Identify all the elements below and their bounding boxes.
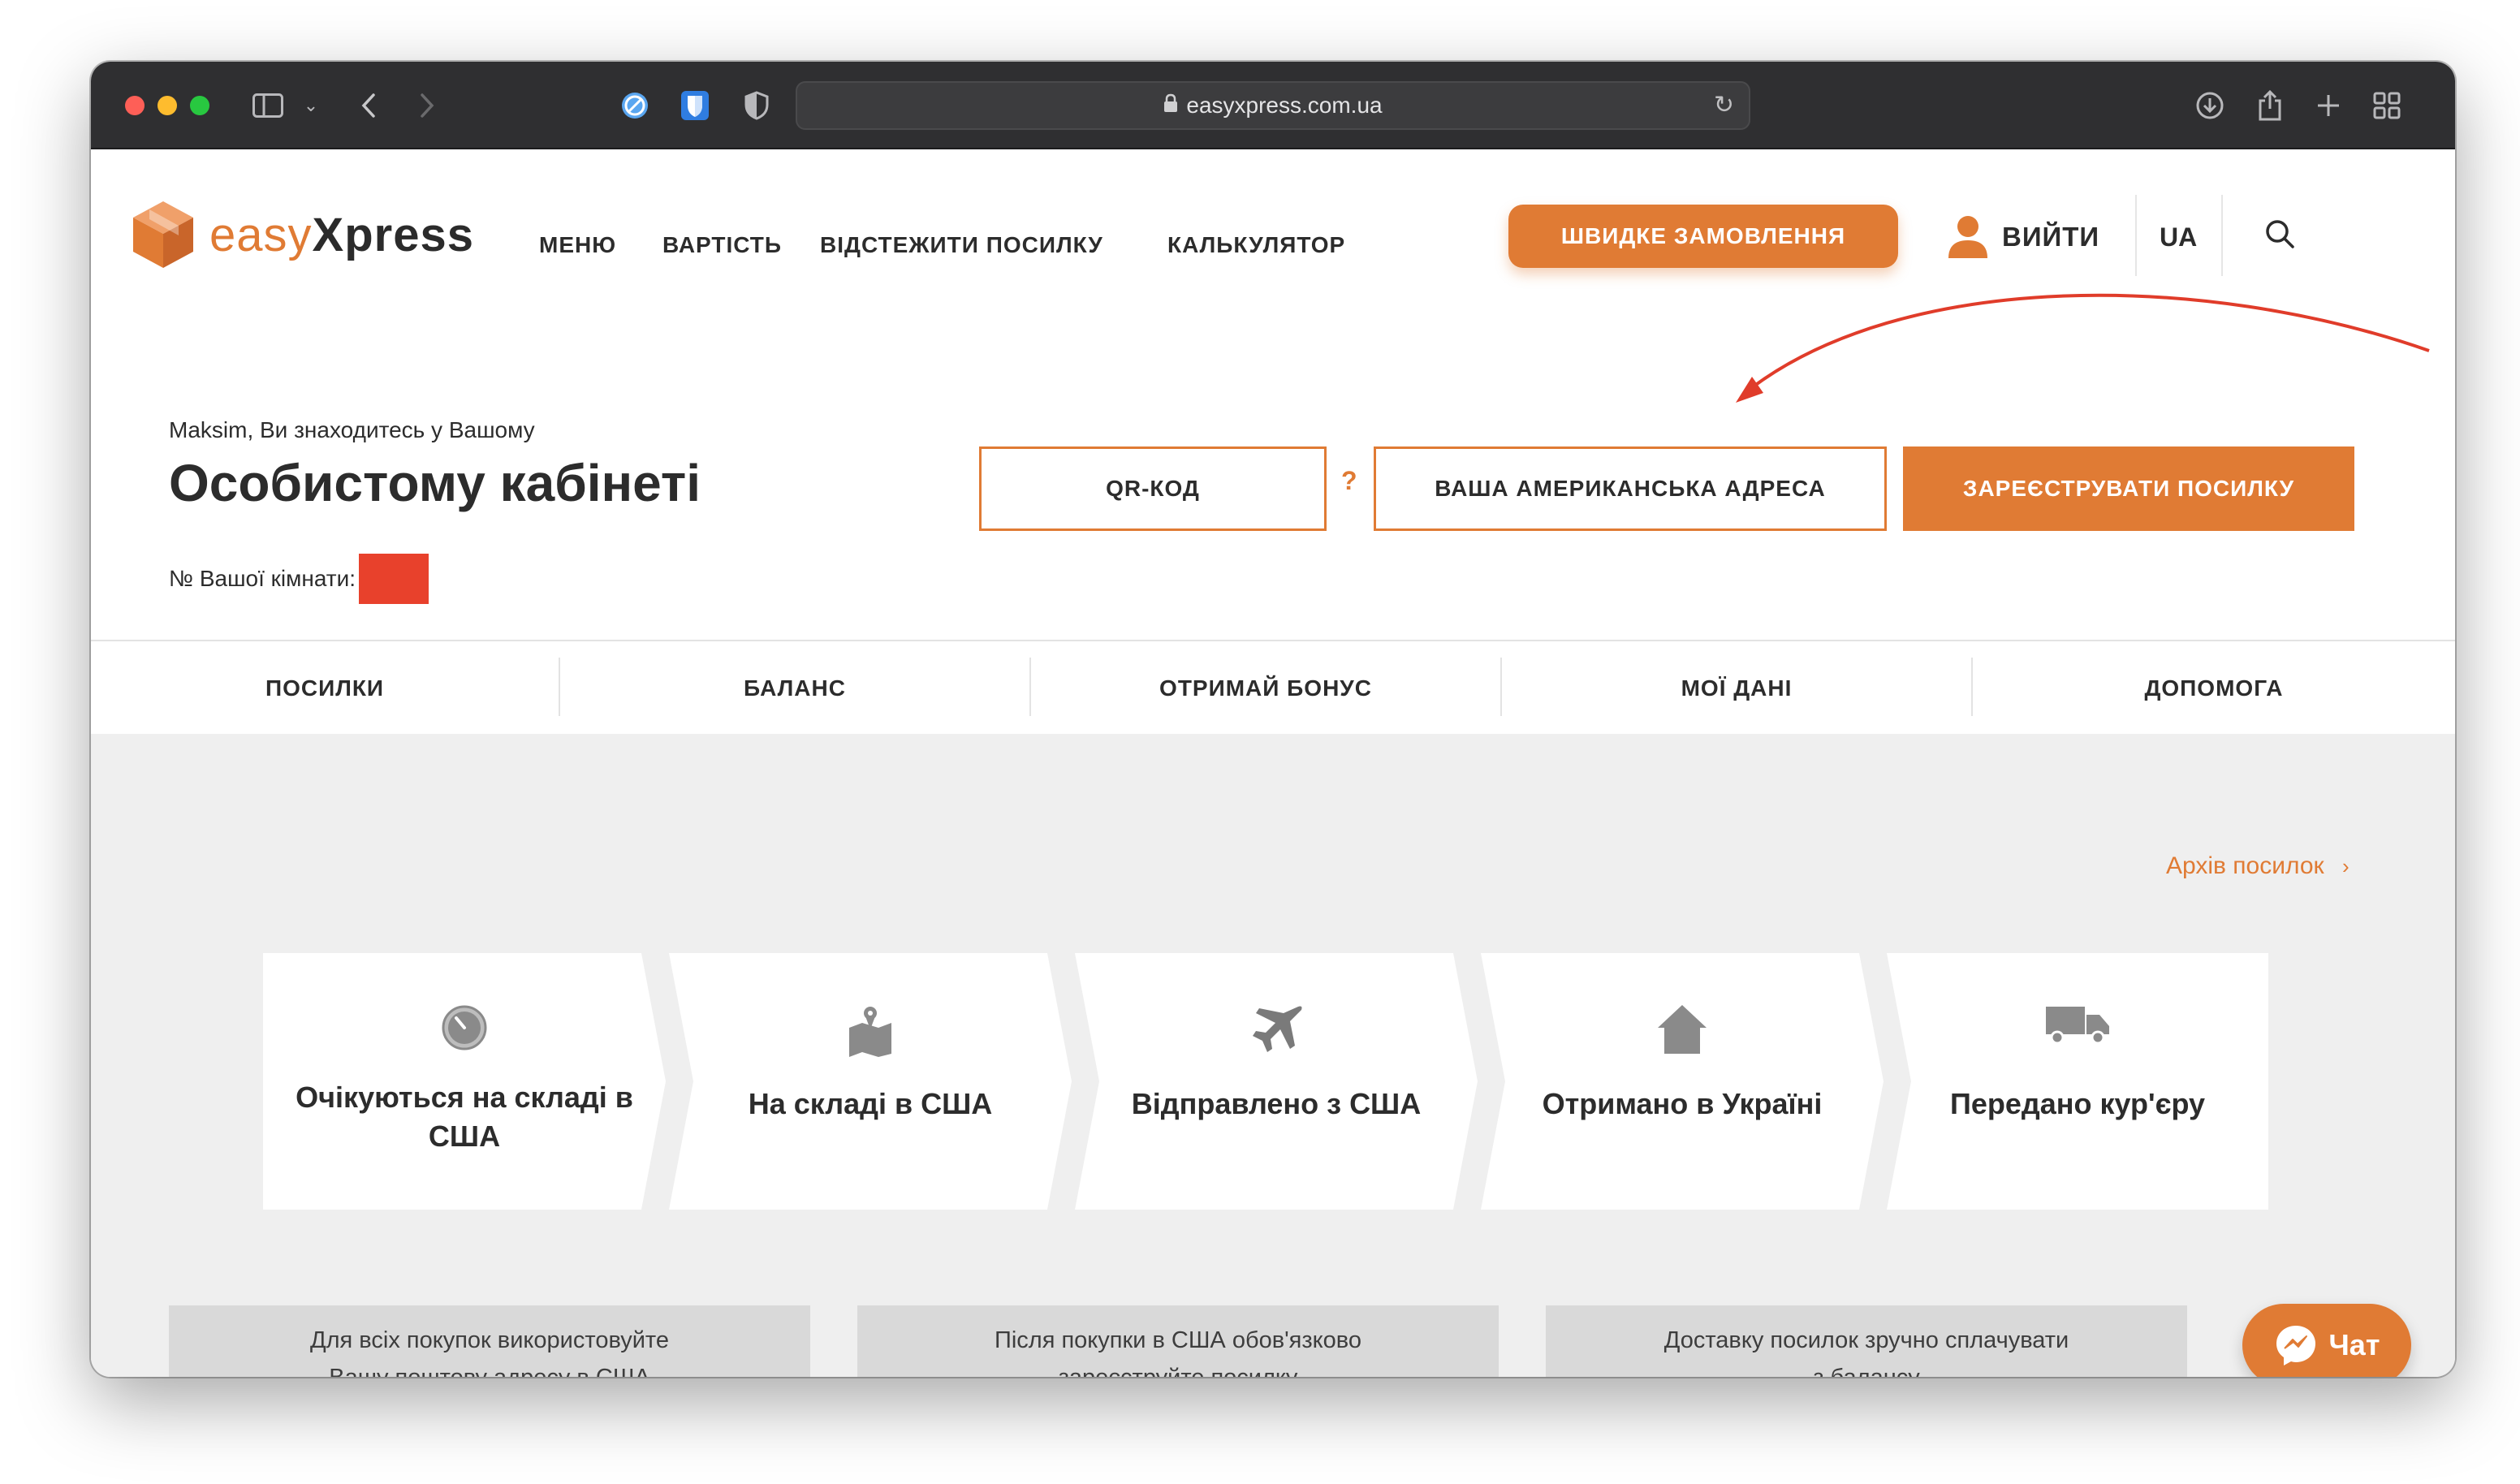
user-icon bbox=[1948, 216, 1987, 258]
header-divider bbox=[2221, 195, 2223, 276]
status-label: Отримано в Україні bbox=[1542, 1087, 1823, 1120]
info-line: з балансу bbox=[1546, 1359, 2187, 1377]
nav-calculator[interactable]: КАЛЬКУЛЯТОР bbox=[1167, 232, 1345, 258]
status-received-ukraine[interactable]: Отримано в Україні bbox=[1481, 953, 1884, 1210]
us-address-button[interactable]: ВАША АМЕРИКАНСЬКА АДРЕСА bbox=[1374, 446, 1887, 531]
register-parcel-button[interactable]: ЗАРЕЄСТРУВАТИ ПОСИЛКУ bbox=[1903, 446, 2354, 531]
header-divider bbox=[2135, 195, 2137, 276]
nav-pricing[interactable]: ВАРТІСТЬ bbox=[662, 232, 782, 258]
address-bar[interactable]: easyxpress.com.ua ↻ bbox=[796, 81, 1750, 130]
web-page: easyXpress МЕНЮ ВАРТІСТЬ ВІДСТЕЖИТИ ПОСИ… bbox=[91, 149, 2455, 1377]
archive-link[interactable]: Архів посилок › bbox=[2166, 852, 2350, 880]
status-label: Очікуються на складі в США bbox=[296, 1081, 633, 1153]
tab-overview-icon[interactable] bbox=[2369, 86, 2405, 125]
status-label: Відправлено з США bbox=[1131, 1087, 1422, 1120]
status-label: На складі в США bbox=[748, 1087, 993, 1120]
logout-label: ВИЙТИ bbox=[2002, 222, 2100, 252]
chevron-right-icon: › bbox=[2341, 854, 2350, 878]
logout-button[interactable]: ВИЙТИ bbox=[1947, 214, 2099, 260]
chat-label: Чат bbox=[2328, 1328, 2380, 1361]
cabinet-tabs: ПОСИЛКИ БАЛАНС ОТРИМАЙ БОНУС МОЇ ДАНІ ДО… bbox=[91, 640, 2455, 734]
page-title: Особистому кабінеті bbox=[169, 454, 701, 512]
zoom-window-button[interactable] bbox=[190, 96, 209, 115]
info-line: Після покупки в США обов'язково bbox=[994, 1327, 1361, 1353]
bitwarden-shield-icon[interactable] bbox=[677, 86, 713, 125]
status-label: Передано кур'єру bbox=[1949, 1087, 2206, 1120]
greeting-subtitle: Maksim, Ви знаходитесь у Вашому bbox=[169, 417, 535, 442]
search-icon[interactable] bbox=[2263, 218, 2296, 254]
lock-icon bbox=[1163, 93, 1178, 118]
logo-xpress-text: Xpress bbox=[312, 208, 474, 261]
close-window-button[interactable] bbox=[125, 96, 145, 115]
info-card: Для всіх покупок використовуйте Вашу пош… bbox=[169, 1305, 810, 1377]
tab-help[interactable]: ДОПОМОГА bbox=[1973, 641, 2455, 736]
room-number-row: № Вашої кімнати: bbox=[169, 554, 429, 604]
info-card: Після покупки в США обов'язково зареєстр… bbox=[857, 1305, 1499, 1377]
room-label: № Вашої кімнати: bbox=[169, 566, 356, 591]
clock-icon bbox=[440, 1003, 489, 1056]
status-courier[interactable]: Передано кур'єру bbox=[1887, 953, 2268, 1210]
browser-toolbar: ⌄ easyxpress.com.ua ↻ bbox=[91, 62, 2455, 149]
info-line: зареєструйте посилку bbox=[857, 1359, 1499, 1377]
info-card: Доставку посилок зручно сплачувати з бал… bbox=[1546, 1305, 2187, 1377]
logo-easy-text: easy bbox=[209, 208, 313, 261]
tab-bonus[interactable]: ОТРИМАЙ БОНУС bbox=[1031, 641, 1500, 736]
minimize-window-button[interactable] bbox=[158, 96, 177, 115]
share-icon[interactable] bbox=[2252, 86, 2288, 125]
back-icon[interactable] bbox=[352, 86, 385, 125]
help-question-mark[interactable]: ? bbox=[1341, 466, 1357, 496]
house-icon bbox=[1656, 1003, 1708, 1059]
status-in-us-warehouse[interactable]: На складі в США bbox=[669, 953, 1072, 1210]
tab-parcels[interactable]: ПОСИЛКИ bbox=[91, 641, 559, 736]
map-pin-icon bbox=[846, 1003, 895, 1061]
box-logo-icon bbox=[133, 201, 193, 268]
truck-icon bbox=[2044, 1003, 2111, 1048]
info-line: Для всіх покупок використовуйте bbox=[309, 1327, 670, 1353]
qr-code-button[interactable]: QR-КОД bbox=[979, 446, 1327, 531]
browser-window: ⌄ easyxpress.com.ua ↻ easyXpress МЕНЮ ВА… bbox=[91, 62, 2455, 1377]
sidebar-toggle-icon[interactable] bbox=[250, 86, 286, 125]
info-line: Доставку посилок зручно сплачувати bbox=[1663, 1327, 2069, 1353]
privacy-shield-icon[interactable] bbox=[739, 86, 775, 125]
room-number-redacted bbox=[359, 554, 429, 604]
extension-compass-icon[interactable] bbox=[617, 86, 653, 125]
url-text: easyxpress.com.ua bbox=[1186, 93, 1383, 118]
site-logo[interactable]: easyXpress bbox=[132, 200, 474, 270]
archive-link-label: Архів посилок bbox=[2166, 852, 2324, 879]
status-awaiting[interactable]: Очікуються на складі в США bbox=[263, 953, 666, 1210]
tab-my-data[interactable]: МОЇ ДАНІ bbox=[1502, 641, 1971, 736]
tab-balance[interactable]: БАЛАНС bbox=[560, 641, 1029, 736]
language-switch[interactable]: UA bbox=[2160, 222, 2197, 252]
quick-order-button[interactable]: ШВИДКЕ ЗАМОВЛЕННЯ bbox=[1508, 205, 1898, 268]
messenger-icon bbox=[2276, 1326, 2315, 1365]
nav-menu[interactable]: МЕНЮ bbox=[539, 232, 616, 258]
info-line: Вашу поштову адресу в США bbox=[169, 1359, 810, 1377]
downloads-icon[interactable] bbox=[2192, 86, 2228, 125]
airplane-icon bbox=[1248, 1003, 1305, 1061]
chat-button[interactable]: Чат bbox=[2242, 1304, 2411, 1377]
new-tab-icon[interactable] bbox=[2311, 86, 2346, 125]
nav-tracking[interactable]: ВІДСТЕЖИТИ ПОСИЛКУ bbox=[820, 232, 1103, 258]
forward-icon[interactable] bbox=[411, 86, 443, 125]
status-shipped-from-us[interactable]: Відправлено з США bbox=[1075, 953, 1478, 1210]
reload-icon[interactable]: ↻ bbox=[1714, 91, 1734, 119]
chevron-down-icon[interactable]: ⌄ bbox=[299, 86, 323, 125]
